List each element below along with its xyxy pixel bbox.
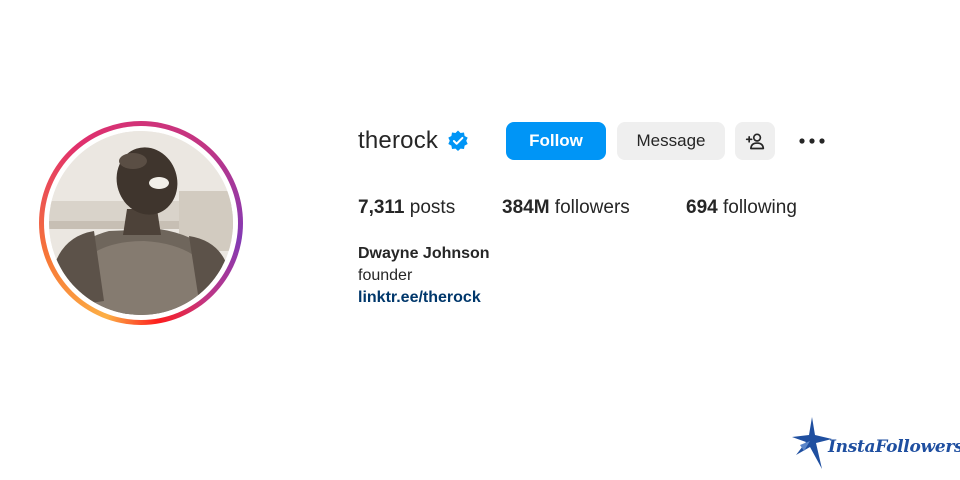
- more-options-button[interactable]: [795, 122, 829, 160]
- star-plane-icon: [792, 417, 832, 469]
- followers-stat[interactable]: 384M followers: [502, 196, 630, 220]
- posts-label: posts: [404, 197, 456, 218]
- story-ring[interactable]: [39, 121, 243, 325]
- following-stat[interactable]: 694 following: [686, 196, 797, 220]
- full-name: Dwayne Johnson: [358, 245, 490, 262]
- avatar-gap: [44, 126, 238, 320]
- posts-stat: 7,311 posts: [358, 196, 455, 220]
- following-count: 694: [686, 197, 718, 218]
- followers-label: followers: [549, 197, 630, 218]
- profile-bio: Dwayne Johnson founder linktr.ee/therock: [358, 243, 490, 309]
- message-button[interactable]: Message: [617, 122, 725, 160]
- suggested-users-button[interactable]: [735, 122, 775, 160]
- following-label: following: [717, 197, 797, 218]
- person-add-icon: [745, 133, 765, 150]
- action-bar: Follow Message: [358, 122, 838, 160]
- follow-button[interactable]: Follow: [506, 122, 606, 160]
- posts-count: 7,311: [358, 197, 405, 218]
- followers-count: 384M: [502, 197, 550, 218]
- watermark-text: InstaFollowers: [828, 437, 960, 457]
- bio-link[interactable]: linktr.ee/therock: [358, 289, 481, 306]
- avatar[interactable]: [49, 131, 233, 315]
- more-horizontal-icon: [799, 138, 825, 144]
- watermark-logo: InstaFollowers: [792, 415, 960, 471]
- avatar-image: [49, 131, 233, 315]
- bio-category: founder: [358, 267, 413, 284]
- profile-page: therock Follow Message 7,311 posts 384M …: [0, 0, 960, 480]
